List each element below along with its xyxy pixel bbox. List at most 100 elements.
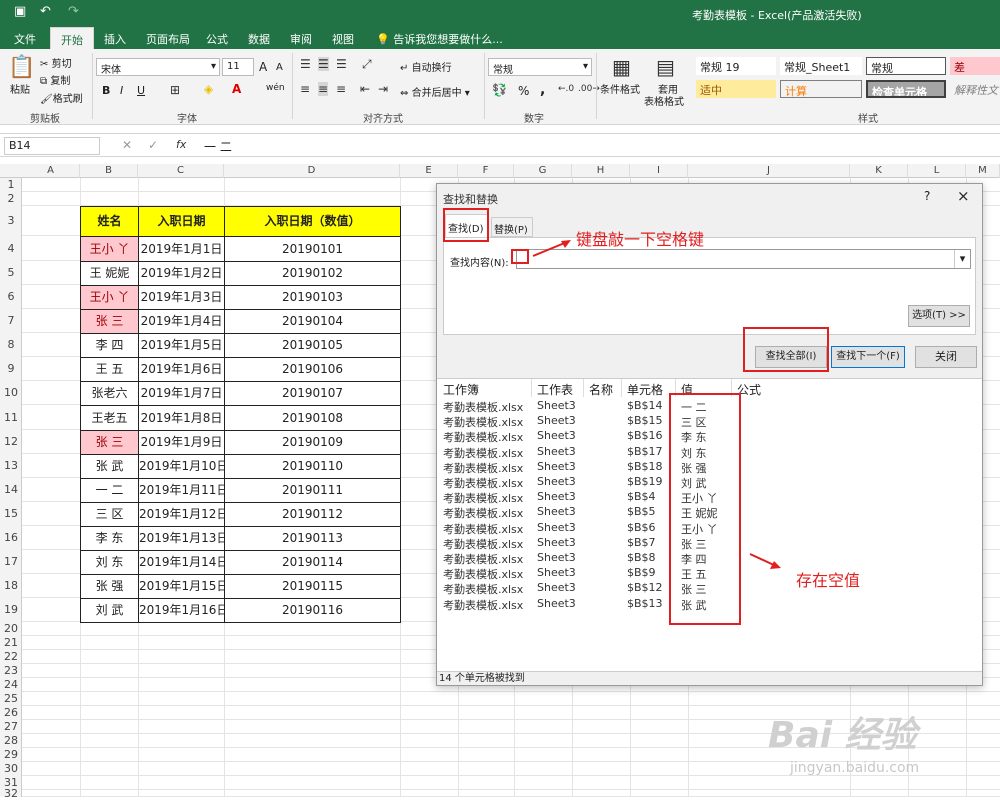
name-cell[interactable]: 李 四 — [80, 333, 139, 358]
style-calculation[interactable]: 计算 — [780, 80, 862, 98]
copy-button[interactable]: ⧉ 复制 — [40, 72, 70, 87]
hire-date-number-cell[interactable]: 20190107 — [224, 381, 401, 406]
tab-view[interactable]: 视图 — [332, 31, 354, 47]
row-header-18[interactable]: 18 — [0, 574, 22, 598]
result-workbook[interactable]: 考勤表模板.xlsx — [443, 581, 523, 597]
hire-date-cell[interactable]: 2019年1月11日 — [138, 478, 225, 503]
name-cell[interactable]: 张老六 — [80, 381, 139, 406]
hire-date-cell[interactable]: 2019年1月13日 — [138, 526, 225, 551]
result-header-sheet[interactable]: 工作表 — [537, 381, 573, 398]
fill-color-icon[interactable]: ◈ — [204, 82, 213, 96]
column-header-m[interactable]: M — [966, 164, 1000, 178]
comma-button[interactable]: , — [540, 82, 545, 98]
result-workbook[interactable]: 考勤表模板.xlsx — [443, 445, 523, 461]
result-cell[interactable]: $B$6 — [627, 521, 656, 534]
style-explanatory[interactable]: 解释性文 — [950, 80, 1000, 98]
result-cell[interactable]: $B$4 — [627, 490, 656, 503]
align-bottom-icon[interactable]: ☰ — [336, 57, 347, 71]
align-left-icon[interactable]: ≡ — [300, 82, 310, 96]
hire-date-number-cell[interactable]: 20190104 — [224, 309, 401, 334]
currency-icon[interactable]: 💱 — [492, 83, 507, 97]
align-center-icon[interactable]: ≡ — [318, 82, 329, 96]
name-cell[interactable]: 李 东 — [80, 526, 139, 551]
result-workbook[interactable]: 考勤表模板.xlsx — [443, 536, 523, 552]
column-header-e[interactable]: E — [400, 164, 458, 178]
result-cell[interactable]: $B$9 — [627, 566, 656, 579]
row-header-4[interactable]: 4 — [0, 236, 22, 261]
name-cell[interactable]: 王小 丫 — [80, 236, 139, 262]
align-right-icon[interactable]: ≡ — [336, 82, 346, 96]
result-header-name[interactable]: 名称 — [589, 381, 613, 398]
tab-file[interactable]: 文件 — [14, 31, 36, 47]
result-cell[interactable]: $B$5 — [627, 505, 656, 518]
name-cell[interactable]: 王老五 — [80, 405, 139, 431]
column-header-f[interactable]: F — [458, 164, 514, 178]
indent-decrease-icon[interactable]: ⇤ — [360, 82, 370, 96]
result-cell[interactable]: $B$8 — [627, 551, 656, 564]
row-header-30[interactable]: 30 — [0, 762, 22, 776]
column-header-b[interactable]: B — [80, 164, 138, 178]
hire-date-number-cell[interactable]: 20190112 — [224, 502, 401, 527]
row-header-28[interactable]: 28 — [0, 734, 22, 748]
align-top-icon[interactable]: ☰ — [300, 57, 311, 71]
indent-increase-icon[interactable]: ⇥ — [378, 82, 388, 96]
grow-font-button[interactable]: A — [259, 60, 267, 74]
shrink-font-button[interactable]: A — [276, 62, 283, 73]
hire-date-number-cell[interactable]: 20190113 — [224, 526, 401, 551]
hire-date-number-cell[interactable]: 20190106 — [224, 357, 401, 382]
font-size-select[interactable]: 11 — [222, 58, 254, 76]
column-header-i[interactable]: I — [630, 164, 688, 178]
find-next-button[interactable]: 查找下一个(F) — [831, 346, 905, 368]
result-sheet[interactable]: Sheet3 — [537, 566, 576, 579]
name-cell[interactable]: 王小 丫 — [80, 285, 139, 310]
name-cell[interactable]: 王 妮妮 — [80, 261, 139, 286]
row-header-29[interactable]: 29 — [0, 748, 22, 762]
row-header-21[interactable]: 21 — [0, 636, 22, 650]
tab-data[interactable]: 数据 — [248, 31, 270, 47]
result-cell[interactable]: $B$19 — [627, 475, 663, 488]
row-header-17[interactable]: 17 — [0, 550, 22, 574]
result-workbook[interactable]: 考勤表模板.xlsx — [443, 521, 523, 537]
hire-date-cell[interactable]: 2019年1月8日 — [138, 405, 225, 431]
name-cell[interactable]: 刘 武 — [80, 598, 139, 623]
result-cell[interactable]: $B$18 — [627, 460, 663, 473]
percent-button[interactable]: % — [518, 84, 529, 98]
result-sheet[interactable]: Sheet3 — [537, 597, 576, 610]
cut-button[interactable]: ✂ 剪切 — [40, 55, 72, 70]
row-header-16[interactable]: 16 — [0, 526, 22, 550]
column-header-c[interactable]: C — [138, 164, 224, 178]
row-header-1[interactable]: 1 — [0, 178, 22, 192]
table-header-cell[interactable]: 入职日期（数值） — [224, 206, 401, 237]
result-sheet[interactable]: Sheet3 — [537, 505, 576, 518]
font-name-select[interactable]: 宋体 ▾ — [96, 58, 220, 76]
name-cell[interactable]: 一 二 — [80, 478, 139, 503]
result-cell[interactable]: $B$17 — [627, 445, 663, 458]
hire-date-cell[interactable]: 2019年1月1日 — [138, 236, 225, 262]
orientation-icon[interactable]: ⤢ — [362, 57, 372, 72]
name-box[interactable]: B14 — [4, 137, 100, 155]
row-header-14[interactable]: 14 — [0, 478, 22, 502]
hire-date-number-cell[interactable]: 20190101 — [224, 236, 401, 262]
bold-button[interactable]: B — [102, 84, 110, 97]
style-neutral[interactable]: 适中 — [696, 80, 776, 98]
font-color-icon[interactable]: A — [232, 82, 241, 96]
increase-decimal-icon[interactable]: ←.0 — [558, 84, 574, 94]
hire-date-number-cell[interactable]: 20190109 — [224, 430, 401, 455]
result-workbook[interactable]: 考勤表模板.xlsx — [443, 475, 523, 491]
hire-date-number-cell[interactable]: 20190111 — [224, 478, 401, 503]
row-header-2[interactable]: 2 — [0, 192, 22, 206]
result-cell[interactable]: $B$7 — [627, 536, 656, 549]
row-header-32[interactable]: 32 — [0, 788, 22, 799]
format-painter-button[interactable]: 🖌格式刷 — [40, 90, 83, 105]
result-cell[interactable]: $B$15 — [627, 414, 663, 427]
hire-date-cell[interactable]: 2019年1月16日 — [138, 598, 225, 623]
row-header-23[interactable]: 23 — [0, 664, 22, 678]
result-workbook[interactable]: 考勤表模板.xlsx — [443, 460, 523, 476]
style-bad[interactable]: 差 — [950, 57, 1000, 75]
row-header-13[interactable]: 13 — [0, 454, 22, 478]
check-icon[interactable]: ✓ — [148, 138, 158, 152]
result-workbook[interactable]: 考勤表模板.xlsx — [443, 399, 523, 415]
hire-date-number-cell[interactable]: 20190114 — [224, 550, 401, 575]
hire-date-number-cell[interactable]: 20190105 — [224, 333, 401, 358]
style-check-cell[interactable]: 检查单元格 — [866, 80, 946, 98]
